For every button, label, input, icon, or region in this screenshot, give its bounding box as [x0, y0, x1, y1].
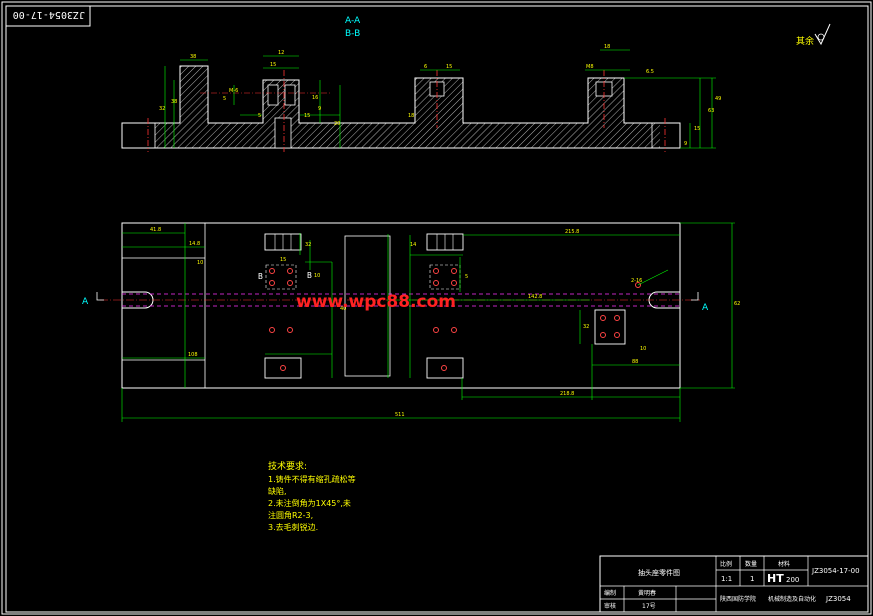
svg-text:3.去毛刺锐边.: 3.去毛刺锐边.: [268, 522, 318, 532]
cad-drawing: JZ3054-17-00 A-A B-B 其余 38 12 15 M-6 32 …: [1, 1, 872, 615]
svg-text:1.铸件不得有缩孔疏松等: 1.铸件不得有缩孔疏松等: [268, 474, 356, 484]
svg-text:比例: 比例: [720, 560, 732, 568]
svg-text:黄明春: 黄明春: [638, 589, 656, 597]
svg-text:机械制造及自动化: 机械制造及自动化: [768, 595, 816, 603]
watermark: www.wpc88.com: [296, 292, 456, 312]
svg-text:41.8: 41.8: [150, 227, 161, 233]
svg-text:材料: 材料: [778, 560, 790, 568]
svg-text:A: A: [82, 297, 89, 307]
svg-text:63: 63: [708, 108, 714, 114]
svg-text:200: 200: [786, 576, 799, 584]
svg-text:注圆角R2-3,: 注圆角R2-3,: [268, 510, 313, 520]
svg-text:12: 12: [278, 50, 284, 56]
svg-text:其余: 其余: [796, 35, 814, 47]
section-label-aa: A-A: [345, 16, 361, 26]
svg-text:10: 10: [197, 260, 203, 266]
svg-text:15: 15: [280, 257, 286, 263]
svg-text:审核: 审核: [604, 602, 616, 610]
svg-text:38: 38: [190, 54, 196, 60]
svg-text:5: 5: [223, 96, 226, 102]
svg-text:14.8: 14.8: [189, 241, 200, 247]
svg-text:16: 16: [312, 95, 318, 101]
svg-text:15: 15: [694, 126, 700, 132]
plan-view: 41.8 14.8 10 32 215.8 10 2-16 15 40 14 5…: [82, 222, 740, 422]
svg-text:5: 5: [258, 113, 261, 119]
section-view: 38 12 15 M-6 32 38 5 16 9 5 15 20 18 6 1…: [121, 44, 721, 152]
svg-text:20: 20: [334, 121, 340, 127]
svg-text:JZ3054-17-00: JZ3054-17-00: [811, 567, 860, 575]
stamp-box: JZ3054-17-00: [5, 5, 91, 27]
svg-text:A: A: [702, 303, 709, 313]
svg-text:2-16: 2-16: [631, 278, 642, 284]
svg-text:6.5: 6.5: [646, 69, 654, 75]
svg-text:9: 9: [318, 106, 321, 112]
roughness-symbol: 其余: [796, 23, 831, 47]
svg-text:218.8: 218.8: [560, 391, 574, 397]
svg-text:2.未注倒角为1X45°,未: 2.未注倒角为1X45°,未: [268, 498, 351, 508]
svg-text:10: 10: [314, 273, 320, 279]
svg-text:15: 15: [270, 62, 276, 68]
svg-text:32: 32: [159, 106, 165, 112]
svg-text:陕西国防学院: 陕西国防学院: [720, 595, 756, 603]
svg-text:17号: 17号: [642, 603, 656, 610]
svg-text:38: 38: [171, 99, 177, 105]
svg-text:6: 6: [424, 64, 427, 70]
svg-text:18: 18: [604, 44, 610, 50]
svg-text:JZ3054: JZ3054: [825, 595, 851, 603]
svg-text:88: 88: [632, 359, 638, 365]
svg-text:142.8: 142.8: [528, 294, 542, 300]
svg-text:18: 18: [408, 113, 414, 119]
svg-text:M8: M8: [586, 64, 594, 70]
svg-text:B: B: [307, 271, 312, 280]
svg-text:B: B: [258, 272, 263, 281]
svg-text:32: 32: [305, 242, 311, 248]
technical-notes: 技术要求: 1.铸件不得有缩孔疏松等 缺陷, 2.未注倒角为1X45°,未 注圆…: [268, 460, 356, 532]
svg-text:抽头座零件图: 抽头座零件图: [638, 568, 680, 577]
svg-text:15: 15: [446, 64, 452, 70]
svg-text:5: 5: [465, 274, 468, 280]
svg-text:HT: HT: [767, 572, 784, 585]
svg-text:1:1: 1:1: [721, 575, 732, 583]
svg-text:编制: 编制: [604, 589, 616, 597]
svg-text:15: 15: [304, 113, 310, 119]
svg-text:108: 108: [188, 352, 198, 358]
svg-text:9: 9: [684, 141, 687, 147]
svg-text:技术要求:: 技术要求:: [268, 460, 307, 472]
svg-text:10: 10: [640, 346, 646, 352]
svg-text:215.8: 215.8: [565, 229, 579, 235]
svg-text:32: 32: [583, 324, 589, 330]
svg-text:1: 1: [750, 575, 754, 583]
stamp-text: JZ3054-17-00: [13, 9, 85, 20]
svg-text:M-6: M-6: [229, 88, 238, 94]
svg-text:数量: 数量: [745, 560, 757, 568]
svg-text:缺陷,: 缺陷,: [268, 486, 287, 496]
title-block: 抽头座零件图 比例 数量 材料 1:1 1 HT 200 JZ3054-17-0…: [599, 555, 869, 613]
svg-text:62: 62: [734, 301, 740, 307]
svg-text:49: 49: [715, 96, 721, 102]
svg-text:511: 511: [395, 412, 405, 418]
section-label-bb: B-B: [345, 29, 360, 39]
svg-text:14: 14: [410, 242, 416, 248]
